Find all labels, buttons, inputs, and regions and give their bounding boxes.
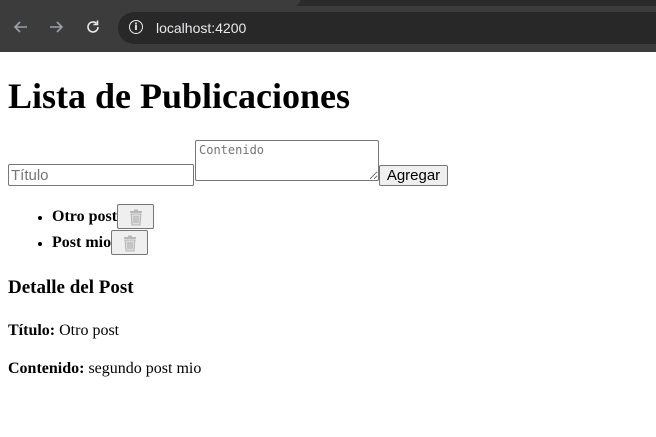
- delete-button[interactable]: [111, 229, 149, 255]
- detail-title-value: Otro post: [59, 322, 120, 339]
- reload-icon[interactable]: [80, 14, 106, 40]
- page-content: Lista de Publicaciones Agregar Otro post…: [0, 52, 656, 437]
- trash-icon: [123, 235, 136, 252]
- detail-title-line: Título: Otro post: [8, 321, 119, 341]
- detail-content-label: Contenido:: [8, 360, 85, 377]
- active-tab[interactable]: [0, 0, 300, 6]
- list-item[interactable]: Post mio: [52, 229, 154, 256]
- content-textarea[interactable]: [195, 140, 379, 181]
- detail-title-label: Título:: [8, 322, 56, 339]
- browser-toolbar: i localhost:4200: [0, 0, 656, 52]
- trash-icon: [129, 209, 142, 226]
- list-item[interactable]: Otro post: [52, 203, 155, 230]
- add-button[interactable]: Agregar: [379, 165, 448, 186]
- detail-content-value: segundo post mio: [88, 360, 202, 377]
- detail-content-line: Contenido: segundo post mio: [8, 359, 201, 379]
- back-arrow-icon[interactable]: [8, 14, 34, 40]
- post-list: Otro post Post mio: [8, 203, 155, 256]
- title-input[interactable]: [8, 164, 194, 186]
- delete-button[interactable]: [117, 203, 155, 229]
- post-title[interactable]: Post mio: [52, 234, 111, 251]
- detail-heading: Detalle del Post: [8, 277, 134, 298]
- post-title[interactable]: Otro post: [52, 208, 117, 225]
- forward-arrow-icon[interactable]: [43, 14, 69, 40]
- site-info-icon[interactable]: i: [129, 20, 143, 34]
- address-url[interactable]: localhost:4200: [156, 20, 246, 36]
- address-bar[interactable]: i localhost:4200: [118, 12, 656, 44]
- page-title: Lista de Publicaciones: [8, 76, 351, 116]
